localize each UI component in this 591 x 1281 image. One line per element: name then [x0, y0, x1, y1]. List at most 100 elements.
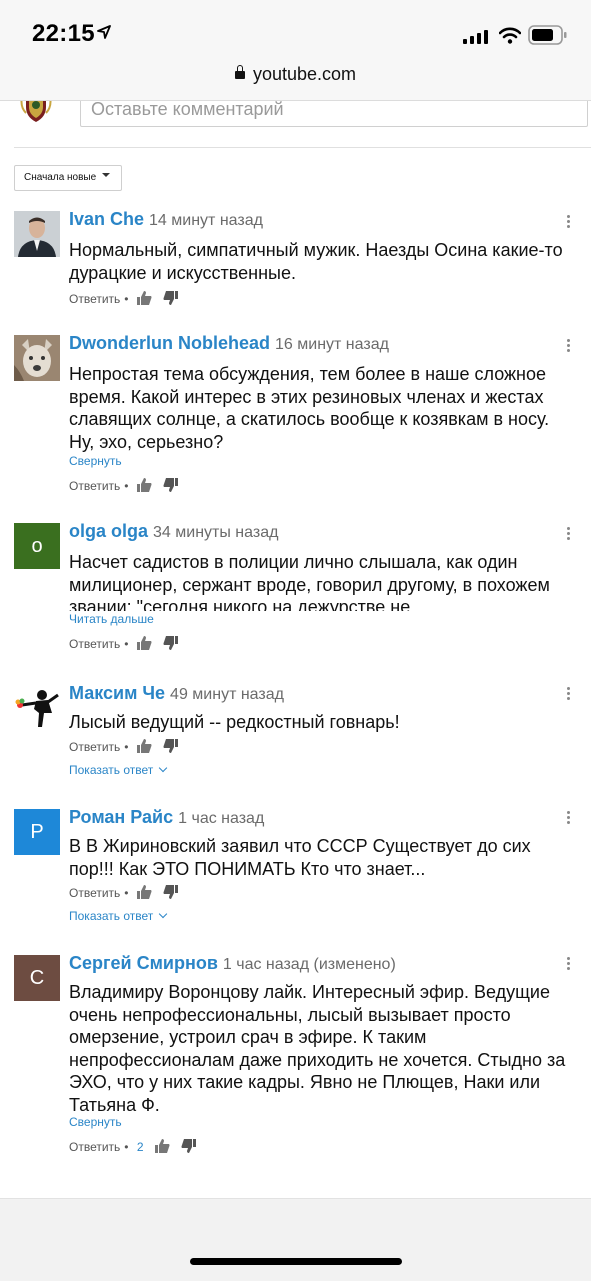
like-count: 2 [136, 1140, 144, 1154]
comment-actions: Ответить • 2 [69, 1138, 204, 1156]
thumbs-up-icon[interactable] [136, 738, 152, 753]
thumbs-up-icon[interactable] [136, 635, 152, 650]
comment-header: Сергей Смирнов 1 час назад (изменено) [69, 953, 396, 974]
thumbs-down-icon[interactable] [181, 1138, 197, 1153]
comment-header: olga olga 34 минуты назад [69, 521, 278, 542]
bottom-area [0, 1198, 591, 1281]
wolf-photo-icon [14, 335, 60, 381]
comment-text: Насчет садистов в полиции лично слышала,… [69, 552, 550, 611]
url-display[interactable]: youtube.com [0, 64, 591, 85]
divider [14, 147, 591, 148]
separator-dot: • [124, 292, 129, 306]
more-options-icon[interactable] [566, 527, 572, 543]
avatar[interactable] [14, 335, 60, 381]
comment-actions: Ответить • [69, 884, 186, 902]
lock-icon [234, 65, 245, 79]
avatar-letter: о [31, 535, 43, 557]
comment-actions: Ответить • [69, 738, 186, 756]
avatar[interactable] [14, 683, 60, 729]
comment-text: Владимиру Воронцову лайк. Интересный эфи… [69, 982, 566, 1115]
reply-button[interactable]: Ответить [69, 740, 120, 754]
thumbs-up-icon[interactable] [136, 477, 152, 492]
comment-time[interactable]: 14 минут назад [149, 212, 263, 229]
thumbs-down-icon[interactable] [163, 738, 179, 753]
show-replies-label: Показать ответ [69, 763, 154, 777]
show-replies-label: Показать ответ [69, 909, 154, 923]
comment-time[interactable]: 34 минуты назад [153, 524, 278, 541]
comment-text: В В Жириновский заявил что СССР Существу… [69, 836, 531, 879]
reply-button[interactable]: Ответить [69, 637, 120, 651]
avatar[interactable]: Р [14, 809, 60, 855]
dropdown-caret-icon [102, 173, 111, 178]
separator-dot: • [124, 479, 129, 493]
more-options-icon[interactable] [566, 215, 572, 231]
separator-dot: • [124, 740, 129, 754]
separator-dot: • [124, 1140, 129, 1154]
comment-author[interactable]: Роман Райс [69, 807, 173, 827]
reply-button[interactable]: Ответить [69, 1140, 120, 1154]
more-options-icon[interactable] [566, 339, 572, 355]
read-more-link[interactable]: Читать дальше [69, 612, 154, 626]
thumbs-down-icon[interactable] [163, 635, 179, 650]
separator-dot: • [124, 886, 129, 900]
status-bar: 22:15 [0, 0, 591, 60]
home-indicator[interactable] [190, 1258, 402, 1265]
avatar-letter: С [29, 967, 45, 989]
comment-header: Максим Че 49 минут назад [69, 683, 284, 704]
channel-crest-avatar [20, 101, 52, 122]
thumbs-down-icon[interactable] [163, 884, 179, 899]
show-replies-button[interactable]: Показать ответ [69, 763, 168, 777]
wifi-icon [499, 27, 521, 44]
comment-author[interactable]: Максим Че [69, 683, 165, 703]
show-replies-button[interactable]: Показать ответ [69, 909, 168, 923]
cellular-signal-icon [463, 30, 488, 44]
sort-label: Сначала новые [24, 172, 97, 183]
avatar-letter: Р [30, 821, 44, 843]
comment-text: Нормальный, симпатичный мужик. Наезды Ос… [69, 240, 563, 283]
comment-header: Ivan Che 14 минут назад [69, 209, 263, 230]
comment-text: Лысый ведущий -- редкостный говнарь! [69, 712, 400, 732]
comment-actions: Ответить • [69, 635, 186, 653]
comment-text: Непростая тема обсуждения, тем более в н… [69, 364, 550, 452]
comment-author[interactable]: olga olga [69, 521, 148, 541]
reply-button[interactable]: Ответить [69, 886, 120, 900]
avatar[interactable] [14, 211, 60, 257]
more-options-icon[interactable] [566, 811, 572, 827]
comment-actions: Ответить • [69, 290, 186, 308]
collapse-link[interactable]: Свернуть [69, 454, 122, 468]
comment-author[interactable]: Сергей Смирнов [69, 953, 218, 973]
comment-author[interactable]: Dwonderlun Noblehead [69, 333, 270, 353]
reply-button[interactable]: Ответить [69, 479, 120, 493]
thumbs-down-icon[interactable] [163, 290, 179, 305]
flower-thrower-icon [14, 683, 60, 729]
page-content: Сначала новые Ivan Che 14 минут назад Нор… [0, 101, 591, 1198]
sort-dropdown-button[interactable]: Сначала новые [14, 165, 122, 191]
battery-icon [528, 25, 567, 45]
chevron-down-icon [159, 763, 168, 773]
comment-time[interactable]: 1 час назад [178, 810, 264, 827]
comment-input[interactable] [80, 101, 588, 127]
comment-author[interactable]: Ivan Che [69, 209, 144, 229]
more-options-icon[interactable] [566, 687, 572, 703]
thumbs-down-icon[interactable] [163, 477, 179, 492]
comment-time[interactable]: 1 час назад (изменено) [223, 956, 396, 973]
status-time: 22:15 [32, 20, 95, 47]
comment-time[interactable]: 49 минут назад [170, 686, 284, 703]
more-options-icon[interactable] [566, 957, 572, 973]
separator-dot: • [124, 637, 129, 651]
chevron-down-icon [159, 909, 168, 919]
avatar[interactable]: о [14, 523, 60, 569]
avatar[interactable]: С [14, 955, 60, 1001]
comment-actions: Ответить • [69, 477, 186, 495]
thumbs-up-icon[interactable] [154, 1138, 170, 1153]
comment-header: Роман Райс 1 час назад [69, 807, 264, 828]
thumbs-up-icon[interactable] [136, 290, 152, 305]
comment-time[interactable]: 16 минут назад [275, 336, 389, 353]
collapse-link[interactable]: Свернуть [69, 1115, 122, 1129]
comment-header: Dwonderlun Noblehead 16 минут назад [69, 333, 389, 354]
thumbs-up-icon[interactable] [136, 884, 152, 899]
user-photo-icon [14, 211, 60, 257]
browser-address-bar[interactable]: youtube.com [0, 60, 591, 101]
location-arrow-icon [97, 25, 111, 39]
reply-button[interactable]: Ответить [69, 292, 120, 306]
